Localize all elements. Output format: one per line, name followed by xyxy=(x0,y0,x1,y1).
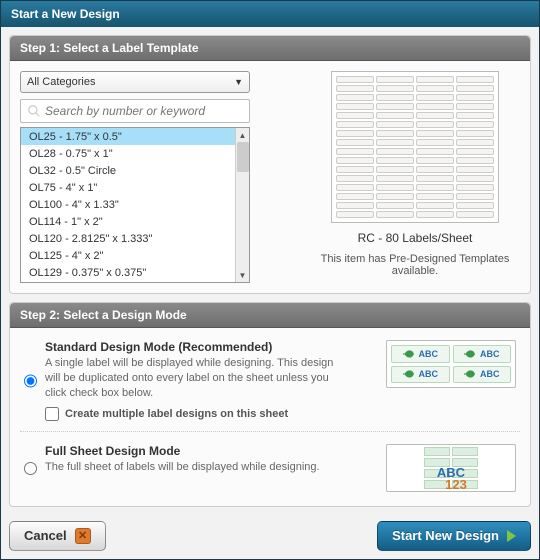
step1-controls: All Categories ▼ OL25 - 1.75" x 0.5"OL28… xyxy=(20,71,292,283)
start-new-design-button[interactable]: Start New Design xyxy=(377,521,531,551)
cancel-button-label: Cancel xyxy=(24,528,67,543)
category-dropdown-value: All Categories xyxy=(27,76,95,88)
scroll-down-arrow-icon[interactable]: ▼ xyxy=(236,268,249,282)
list-item[interactable]: OL125 - 4" x 2" xyxy=(21,247,235,264)
multiple-designs-text: Create multiple label designs on this sh… xyxy=(65,408,288,420)
sheet-preview xyxy=(331,71,499,223)
standard-mode-row: Standard Design Mode (Recommended) A sin… xyxy=(20,334,520,431)
search-icon xyxy=(27,104,41,118)
step2-heading: Step 2: Select a Design Mode xyxy=(10,303,530,328)
search-field-wrap xyxy=(20,99,250,123)
category-dropdown[interactable]: All Categories ▼ xyxy=(20,71,250,93)
dialog-footer: Cancel ✕ Start New Design xyxy=(9,515,531,551)
template-listbox[interactable]: OL25 - 1.75" x 0.5"OL28 - 0.75" x 1"OL32… xyxy=(20,127,250,283)
close-icon: ✕ xyxy=(75,528,91,544)
play-arrow-icon xyxy=(507,530,516,542)
step2-panel: Step 2: Select a Design Mode Standard De… xyxy=(9,302,531,507)
preview-caption: RC - 80 Labels/Sheet xyxy=(310,231,520,245)
scroll-up-arrow-icon[interactable]: ▲ xyxy=(236,128,249,142)
standard-mode-title: Standard Design Mode (Recommended) xyxy=(45,340,345,354)
list-item[interactable]: OL129 - 0.375" x 0.375" xyxy=(21,264,235,281)
fullsheet-mode-radio[interactable] xyxy=(24,445,37,492)
list-item[interactable]: OL120 - 2.8125" x 1.333" xyxy=(21,230,235,247)
template-preview-column: RC - 80 Labels/Sheet This item has Pre-D… xyxy=(310,71,520,283)
listbox-scrollbar[interactable]: ▲ ▼ xyxy=(235,128,249,282)
search-input[interactable] xyxy=(45,104,243,118)
list-item[interactable]: OL114 - 1" x 2" xyxy=(21,213,235,230)
chevron-down-icon: ▼ xyxy=(234,77,243,87)
multiple-designs-checkbox-label[interactable]: Create multiple label designs on this sh… xyxy=(45,407,345,421)
list-item[interactable]: OL28 - 0.75" x 1" xyxy=(21,145,235,162)
fullsheet-mode-thumbnail: ABC 123 xyxy=(386,444,516,492)
fullsheet-mode-desc: The full sheet of labels will be display… xyxy=(45,460,320,475)
step1-heading: Step 1: Select a Label Template xyxy=(10,36,530,61)
scroll-thumb[interactable] xyxy=(237,142,249,172)
list-item[interactable]: OL75 - 4" x 1" xyxy=(21,179,235,196)
fullsheet-mode-title: Full Sheet Design Mode xyxy=(45,444,320,458)
fullsheet-mode-row: Full Sheet Design Mode The full sheet of… xyxy=(20,431,520,502)
dialog-content: Step 1: Select a Label Template All Cate… xyxy=(1,27,539,559)
standard-mode-desc: A single label will be displayed while d… xyxy=(45,356,345,401)
step1-panel: Step 1: Select a Label Template All Cate… xyxy=(9,35,531,294)
cancel-button[interactable]: Cancel ✕ xyxy=(9,521,106,551)
standard-mode-radio[interactable] xyxy=(24,341,37,421)
dialog-title: Start a New Design xyxy=(1,1,539,27)
start-button-label: Start New Design xyxy=(392,528,499,543)
preview-note: This item has Pre-Designed Templates ava… xyxy=(310,253,520,277)
multiple-designs-checkbox[interactable] xyxy=(45,407,59,421)
list-item[interactable]: OL25 - 1.75" x 0.5" xyxy=(21,128,235,145)
list-item[interactable]: OL32 - 0.5" Circle xyxy=(21,162,235,179)
list-item[interactable]: OL100 - 4" x 1.33" xyxy=(21,196,235,213)
dialog-window: Start a New Design Step 1: Select a Labe… xyxy=(0,0,540,560)
standard-mode-thumbnail: ABCABCABCABC xyxy=(386,340,516,388)
